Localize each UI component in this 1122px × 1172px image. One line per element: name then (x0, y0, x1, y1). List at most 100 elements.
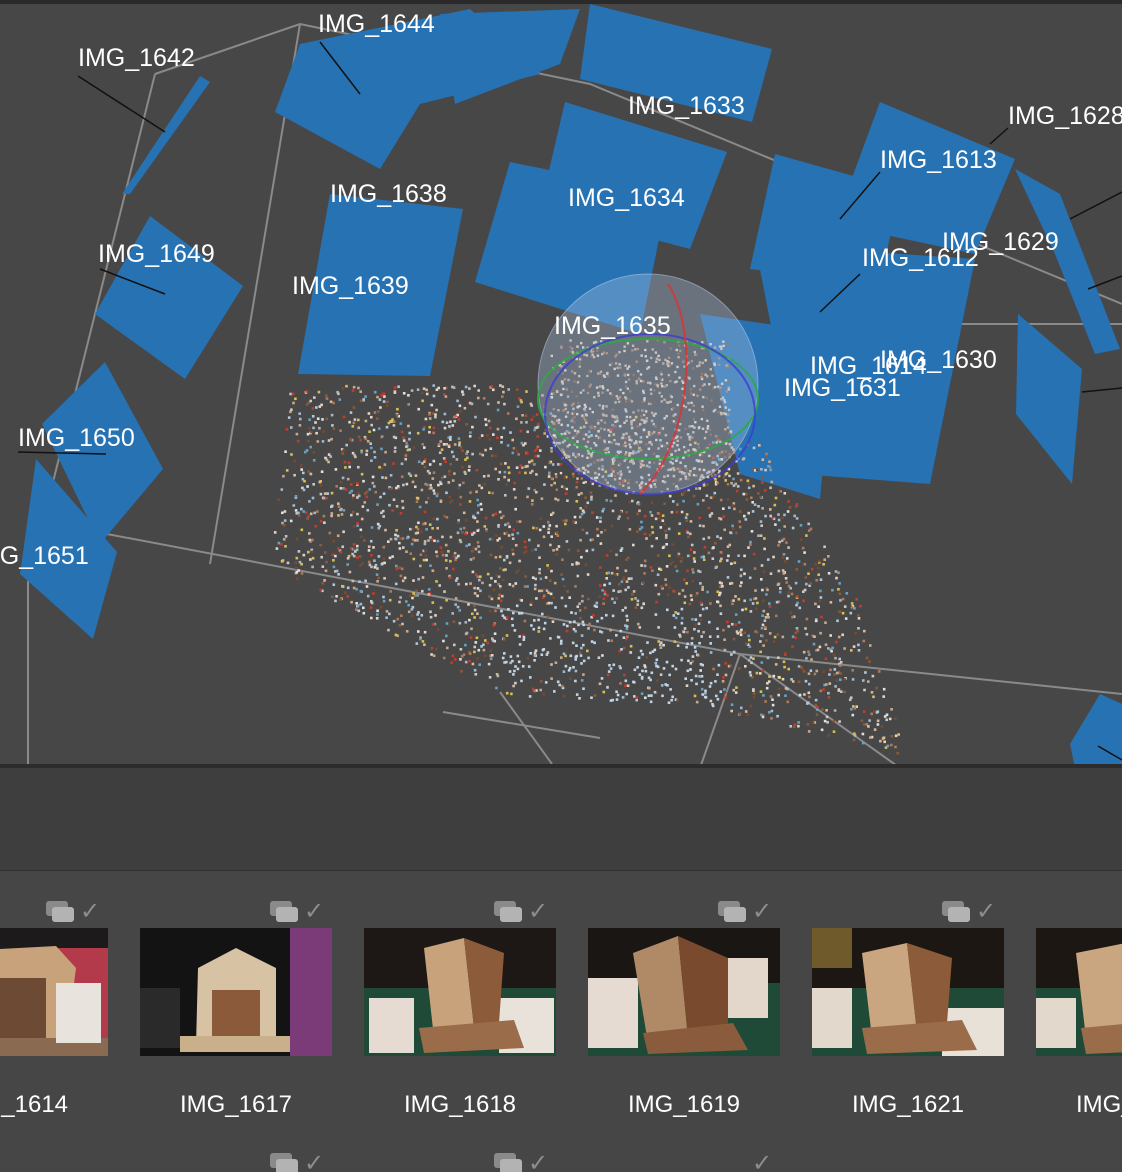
cloud-point (394, 633, 398, 637)
cloud-point (303, 479, 306, 483)
thumbnail-image[interactable] (1036, 928, 1122, 1056)
cloud-point (337, 573, 340, 576)
cloud-point (514, 507, 517, 511)
cloud-point (837, 635, 841, 639)
cloud-point (473, 592, 477, 595)
cloud-point (440, 448, 444, 451)
thumbnail-image[interactable] (364, 928, 556, 1056)
cloud-point (763, 619, 767, 622)
cloud-point (726, 559, 729, 562)
image-stack-icon (270, 901, 300, 923)
cloud-point (633, 668, 637, 672)
cloud-point (716, 535, 719, 538)
cloud-point (809, 582, 812, 585)
cloud-point (524, 465, 527, 468)
cloud-point (777, 569, 781, 573)
cloud-point (427, 588, 431, 591)
cloud-point (658, 643, 662, 647)
cloud-point (627, 577, 631, 580)
3d-viewport[interactable]: IMG_1644 IMG_1642 IMG_1633 IMG_1628 IMG_… (0, 0, 1122, 764)
cloud-point (693, 627, 696, 631)
cloud-point (359, 528, 363, 532)
cloud-point (485, 529, 488, 533)
cloud-point (548, 524, 552, 527)
cloud-point (625, 511, 628, 514)
camera-label: IMG_1644 (318, 10, 435, 38)
cloud-point (535, 490, 538, 494)
cloud-point (695, 682, 698, 686)
cloud-point (574, 612, 577, 615)
cloud-point (685, 582, 688, 585)
cloud-point (421, 640, 425, 643)
cloud-point (762, 644, 765, 647)
cloud-point (284, 535, 288, 538)
thumbnail-image[interactable] (588, 928, 780, 1056)
cloud-point (749, 674, 753, 677)
cloud-point (718, 469, 721, 473)
cloud-point (661, 546, 665, 549)
cloud-point (504, 494, 507, 497)
cloud-point (353, 547, 356, 550)
cloud-point (777, 693, 780, 697)
cloud-point (655, 537, 658, 540)
cloud-point (302, 471, 305, 475)
thumbnail-image[interactable] (812, 928, 1004, 1056)
cloud-point (507, 608, 510, 611)
cloud-point (531, 469, 534, 473)
scene-canvas[interactable]: IMG_1644 IMG_1642 IMG_1633 IMG_1628 IMG_… (0, 4, 1122, 764)
cloud-point (422, 522, 425, 526)
cloud-point (445, 516, 449, 519)
cloud-point (739, 633, 743, 637)
cloud-point (760, 578, 763, 581)
cloud-point (350, 483, 353, 486)
cloud-point (675, 510, 679, 514)
cloud-point (686, 642, 689, 646)
cloud-point (707, 536, 711, 539)
cloud-point (644, 696, 647, 700)
cloud-point (615, 553, 618, 557)
cloud-point (459, 540, 463, 544)
cloud-point (740, 581, 743, 584)
cloud-point (565, 519, 568, 522)
thumbnail-image[interactable] (140, 928, 332, 1056)
cloud-point (320, 470, 324, 473)
cloud-point (344, 466, 347, 469)
cloud-point (428, 425, 431, 429)
cloud-point (586, 573, 590, 576)
cloud-point (352, 406, 356, 409)
cloud-point (564, 654, 567, 658)
cloud-point (870, 691, 874, 694)
cloud-point (654, 517, 658, 521)
cloud-point (619, 510, 622, 514)
cloud-point (723, 648, 727, 652)
cloud-point (587, 627, 590, 630)
cloud-point (764, 700, 767, 703)
cloud-point (828, 682, 832, 685)
cloud-point (601, 509, 604, 513)
cloud-point (464, 660, 468, 664)
cloud-point (630, 598, 634, 601)
cloud-point (572, 666, 575, 669)
cloud-point (607, 670, 611, 673)
cloud-point (402, 392, 406, 395)
thumbnail-image[interactable] (0, 928, 108, 1056)
cloud-point (454, 579, 458, 582)
cloud-point (511, 552, 515, 556)
transform-gizmo[interactable] (537, 273, 759, 495)
cloud-point (293, 459, 296, 463)
checkmark-icon: ✓ (304, 897, 325, 925)
cloud-point (782, 660, 786, 664)
photo-filmstrip[interactable]: ✓ IMG_1614 ✓ (0, 871, 1122, 1172)
cloud-point (442, 656, 446, 660)
cloud-point (478, 436, 481, 440)
cloud-point (458, 609, 461, 612)
cloud-point (295, 537, 299, 541)
cloud-point (645, 656, 648, 659)
cloud-point (666, 608, 669, 612)
cloud-point (462, 511, 466, 515)
cloud-point (824, 657, 828, 661)
cloud-point (616, 693, 620, 697)
cloud-point (483, 525, 487, 528)
cloud-point (785, 541, 788, 544)
cloud-point (783, 525, 786, 528)
